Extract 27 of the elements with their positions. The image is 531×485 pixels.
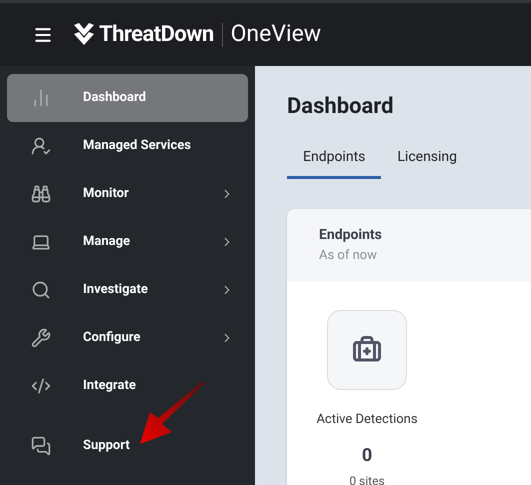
sidebar-item[interactable]: Integrate <box>7 362 248 410</box>
detections-tile[interactable] <box>327 310 407 390</box>
sidebar-item[interactable]: Managed Services <box>7 122 248 170</box>
sidebar-item[interactable]: Support <box>7 422 248 470</box>
sidebar-item[interactable]: Dashboard <box>7 74 248 122</box>
code-icon <box>31 376 51 396</box>
sidebar-item[interactable]: Configure <box>7 314 248 362</box>
brand-name: ThreatDown <box>99 21 214 49</box>
card-title: Endpoints <box>319 226 383 245</box>
sidebar-item[interactable]: Investigate <box>7 266 248 314</box>
user-check-icon <box>31 136 51 156</box>
sidebar-item[interactable]: Monitor <box>7 170 248 218</box>
chat-bubbles-icon <box>31 436 51 456</box>
sidebar-item[interactable]: Manage <box>7 218 248 266</box>
product-name: OneView <box>230 19 322 50</box>
search-icon <box>31 280 51 300</box>
metric-value: 0 <box>362 444 372 468</box>
binoculars-icon <box>31 184 51 204</box>
card-subtitle: As of now <box>319 247 378 265</box>
tab[interactable]: Endpoints <box>287 147 382 179</box>
metric-detail: 0 sites <box>349 474 385 485</box>
tab[interactable]: Licensing <box>381 147 474 179</box>
annotation-arrow <box>140 382 208 446</box>
wrench-icon <box>31 328 51 348</box>
page-title: Dashboard <box>287 93 394 121</box>
metric-label: Active Detections <box>316 411 418 429</box>
logo-icon <box>73 22 95 46</box>
